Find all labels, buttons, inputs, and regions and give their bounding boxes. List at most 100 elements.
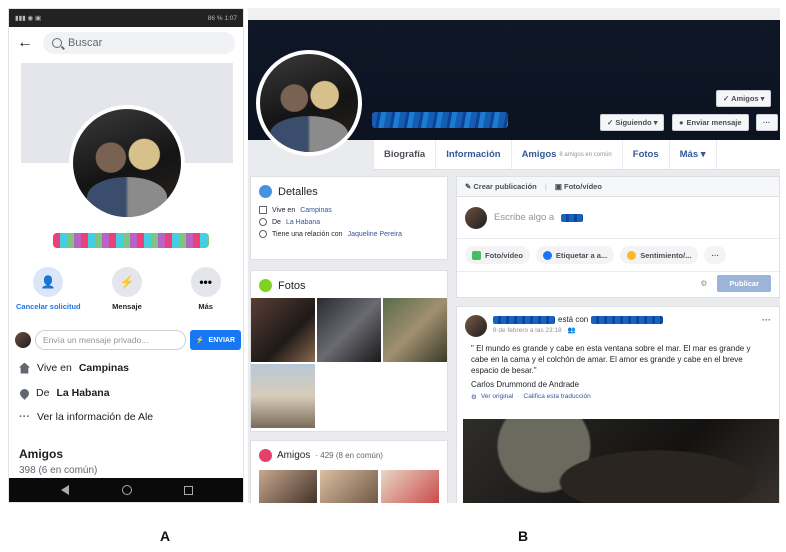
tab-photos[interactable]: Fotos [623, 140, 670, 169]
home-icon [19, 362, 30, 374]
friend-thumbnail[interactable] [259, 470, 317, 503]
send-message-button[interactable]: ● Enviar mensaje [672, 114, 749, 131]
photo-thumbnail[interactable] [317, 298, 381, 362]
photo-thumbnail[interactable] [251, 364, 315, 428]
profile-picture[interactable] [256, 50, 362, 156]
back-arrow-icon[interactable]: ← [17, 34, 33, 52]
search-icon [52, 38, 62, 48]
post-image[interactable] [463, 419, 779, 503]
private-message-input[interactable]: Envía un mensaje privado... [35, 330, 186, 350]
redacted-tagged-name[interactable] [591, 315, 664, 324]
create-post-tab[interactable]: ✎ Crear publicación [465, 182, 537, 191]
friends-icon [259, 449, 272, 462]
photos-title-label: Fotos [278, 279, 306, 292]
friends-title-label: Amigos [277, 450, 311, 461]
more-chip[interactable]: ··· [704, 246, 726, 264]
more-button[interactable]: ••• Más [167, 267, 243, 311]
post-options-button[interactable]: ··· [762, 315, 771, 337]
photo-video-chip[interactable]: Foto/vídeo [465, 246, 530, 264]
friends-title[interactable]: Amigos · 429 (8 en común) [251, 441, 447, 470]
friend-thumbnail[interactable] [381, 470, 439, 503]
send-label: ENVIAR [208, 336, 235, 344]
post-header: está con 8 de febrero a las 23:18 · 👥 ··… [457, 307, 779, 341]
see-info-link[interactable]: ··· Ver la información de Ale [19, 411, 239, 423]
from-row: De La Habana [18, 386, 239, 400]
friends-card: Amigos · 429 (8 en común) [250, 440, 448, 503]
tab-friends-sub: 8 amigos en común [559, 151, 612, 158]
profile-picture[interactable] [69, 105, 185, 221]
smiley-icon [627, 250, 637, 260]
friends-audience-icon: 👥 [567, 327, 576, 334]
send-button[interactable]: ⚡ ENVIAR [189, 330, 241, 350]
feeling-chip[interactable]: Sentimiento/... [620, 246, 699, 264]
post-meta: está con 8 de febrero a las 23:18 · 👥 [493, 315, 664, 337]
nav-home-icon[interactable] [121, 485, 132, 495]
tab-more[interactable]: Más ▾ [670, 140, 717, 169]
post-date-text: 8 de febrero a las 23:18 · [493, 327, 566, 334]
photos-title[interactable]: Fotos [251, 271, 447, 298]
post-with-text: está con [558, 315, 589, 324]
mobile-screenshot: ▮▮▮ ◉ ▣ 86 % 1:07 ← Buscar 👤 Cancelar so… [8, 8, 244, 503]
ellipsis-icon: ··· [19, 411, 30, 423]
from-city[interactable]: La Habana [56, 387, 109, 399]
lives-in-city[interactable]: Campinas [79, 362, 129, 374]
post-author-avatar[interactable] [465, 315, 487, 337]
search-input[interactable]: Buscar [43, 32, 235, 54]
publish-button[interactable]: Publicar [717, 275, 771, 292]
photos-icon [259, 279, 272, 292]
messenger-icon: ⚡ [195, 337, 205, 344]
photo-video-tab[interactable]: ▣ Foto/vídeo [555, 182, 602, 191]
messenger-icon: ● [679, 118, 684, 127]
avatar [15, 332, 31, 348]
friends-button[interactable]: ✓ Amigos ▾ [716, 90, 772, 107]
nav-recents-icon[interactable] [183, 485, 193, 495]
location-pin-icon [18, 386, 31, 400]
profile-tabs: Biografía Información Amigos 8 amigos en… [374, 140, 780, 170]
photo-icon [472, 250, 481, 260]
post-date[interactable]: 8 de febrero a las 23:18 · 👥 [493, 326, 663, 334]
redacted-author-name[interactable] [493, 315, 555, 324]
friends-count: · 429 (8 en común) [315, 451, 383, 460]
composer-placeholder: Escribe algo a [494, 212, 555, 223]
details-lives-city[interactable]: Campinas [300, 207, 332, 214]
camera-icon: ▣ [554, 182, 565, 191]
desktop-screenshot: ✓ Amigos ▾ ✓ Siguiendo ▾ ● Enviar mensaj… [248, 8, 780, 503]
composer-input[interactable]: Escribe algo a [457, 197, 779, 239]
friend-photos [251, 470, 447, 503]
status-bar: ▮▮▮ ◉ ▣ 86 % 1:07 [9, 9, 243, 27]
details-relationship-name[interactable]: Jaqueline Pereira [348, 231, 402, 238]
see-original-link[interactable]: Ver original [481, 393, 514, 401]
details-relationship-prefix: Tiene una relación con [272, 230, 343, 238]
nav-back-icon[interactable] [61, 485, 70, 495]
following-button[interactable]: ✓ Siguiendo ▾ [600, 114, 665, 131]
caption-a: A [160, 528, 171, 544]
android-nav-bar [9, 478, 243, 502]
message-button[interactable]: ⚡ Mensaje [88, 267, 166, 311]
see-info-label: Ver la información de Ale [37, 411, 154, 423]
details-from-city[interactable]: La Habana [286, 219, 320, 226]
photo-thumbnail[interactable] [251, 298, 315, 362]
details-from: De La Habana [251, 216, 447, 228]
heart-icon [259, 230, 267, 238]
tab-friends[interactable]: Amigos 8 amigos en común [512, 140, 623, 169]
avatar [465, 206, 487, 229]
chip-feeling-label: Sentimiento/... [640, 250, 692, 260]
friends-heading[interactable]: Amigos [19, 447, 63, 461]
redacted-profile-name [372, 112, 508, 128]
more-options-button[interactable]: ··· [756, 114, 778, 131]
more-icon: ••• [190, 267, 221, 297]
privacy-icon[interactable]: ⚙ [700, 279, 707, 288]
rate-translation-link[interactable]: Califica esta traducción [524, 393, 591, 401]
photo-video-label: Foto/vídeo [564, 182, 602, 191]
photo-thumbnail[interactable] [383, 298, 447, 362]
tag-person-icon [542, 250, 552, 260]
details-relationship: Tiene una relación con Jaqueline Pereira [251, 228, 447, 240]
post-quote-author: Carlos Drummond de Andrade [471, 380, 580, 389]
messenger-icon: ⚡ [111, 267, 142, 297]
tab-biography[interactable]: Biografía [374, 140, 437, 169]
friend-thumbnail[interactable] [320, 470, 378, 503]
tab-information[interactable]: Información [436, 140, 512, 169]
cancel-request-button[interactable]: 👤 Cancelar solicitud [9, 267, 87, 311]
tag-friends-chip[interactable]: Etiquetar a a... [535, 246, 615, 264]
composer-chips: Foto/vídeo Etiquetar a a... Sentimiento/… [457, 239, 779, 271]
